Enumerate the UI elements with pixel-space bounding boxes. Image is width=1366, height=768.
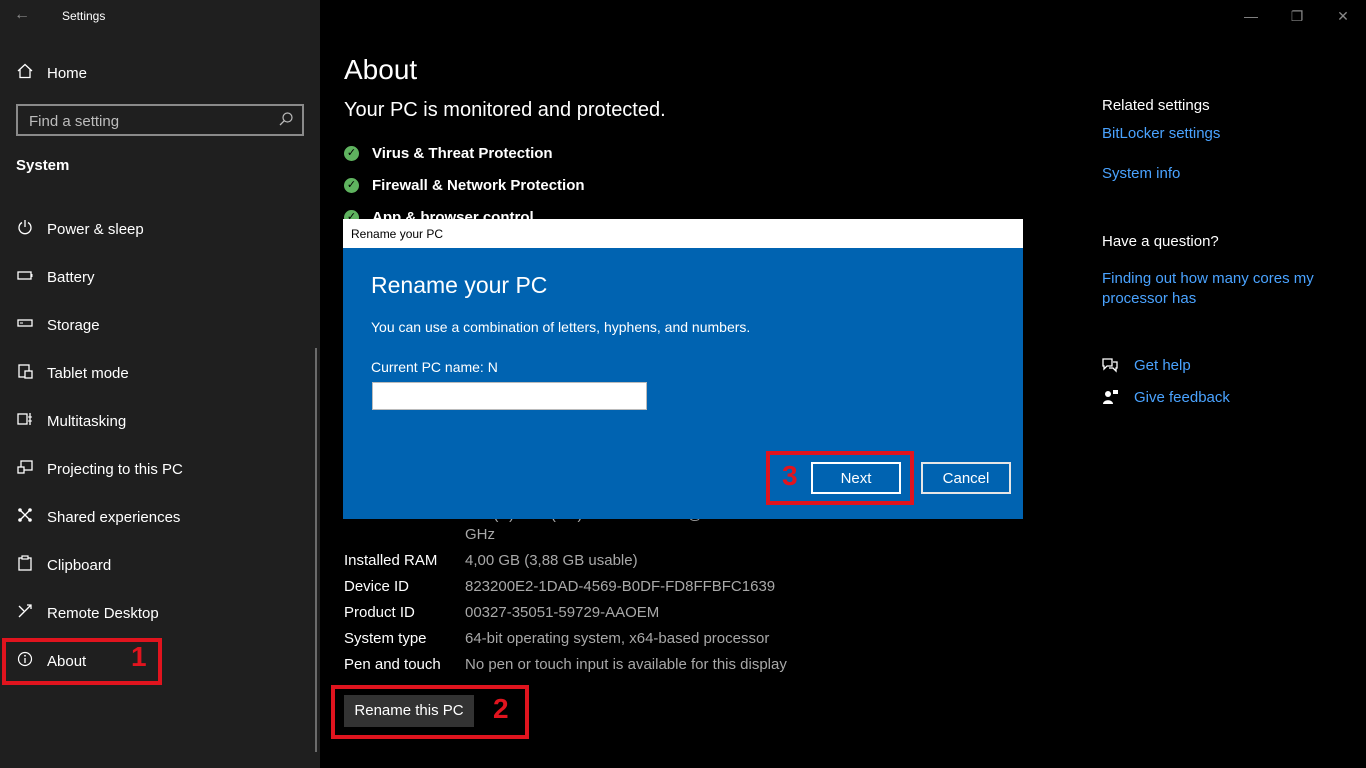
protection-label: Firewall & Network Protection <box>372 177 585 194</box>
tablet-icon <box>16 363 34 381</box>
storage-icon <box>16 315 34 333</box>
annotation-number-1: 1 <box>131 641 147 672</box>
clipboard-icon <box>16 555 34 573</box>
rename-pc-dialog: Rename your PC Rename your PC You can us… <box>343 219 1023 519</box>
dialog-description: You can use a combination of letters, hy… <box>371 319 751 335</box>
sidebar-item-label: Multitasking <box>47 413 127 430</box>
check-icon: ✓ <box>344 178 359 193</box>
minimize-button[interactable]: — <box>1228 0 1274 32</box>
remote-desktop-icon <box>16 603 34 621</box>
spec-value: 4,00 GB (3,88 GB usable) <box>465 552 638 569</box>
restore-button[interactable]: ❐ <box>1274 0 1320 32</box>
protection-label: Virus & Threat Protection <box>372 145 553 162</box>
sidebar-item-home[interactable]: Home <box>0 56 320 92</box>
system-info-link[interactable]: System info <box>1102 165 1180 182</box>
sidebar-item-tablet-mode[interactable]: Tablet mode <box>0 356 320 392</box>
sidebar-item-label: Remote Desktop <box>47 605 159 622</box>
shared-icon <box>16 507 34 525</box>
spec-key: Pen and touch <box>344 656 441 673</box>
spec-value: GHz <box>465 526 495 543</box>
app-title: Settings <box>62 9 106 23</box>
power-icon <box>16 219 34 237</box>
sidebar-item-shared-experiences[interactable]: Shared experiences <box>0 500 320 536</box>
section-title: System <box>16 157 70 174</box>
dialog-window-title: Rename your PC <box>351 227 444 241</box>
spec-key: Device ID <box>344 578 410 595</box>
sidebar-item-power-sleep[interactable]: Power & sleep <box>0 212 320 248</box>
sidebar-scrollbar[interactable] <box>315 348 317 752</box>
get-help-icon <box>1101 357 1119 378</box>
sidebar-item-label: Projecting to this PC <box>47 461 183 478</box>
spec-key: System type <box>344 630 427 647</box>
sidebar-item-label: Shared experiences <box>47 509 181 526</box>
back-arrow-icon[interactable]: ← <box>14 6 30 24</box>
spec-key: Product ID <box>344 604 415 621</box>
sidebar-item-clipboard[interactable]: Clipboard <box>0 548 320 584</box>
sidebar-item-label: Power & sleep <box>47 221 144 238</box>
cancel-button[interactable]: Cancel <box>921 462 1011 494</box>
spec-value: 00327-35051-59729-AAOEM <box>465 604 660 621</box>
sidebar-item-projecting[interactable]: Projecting to this PC <box>0 452 320 488</box>
sidebar-item-remote-desktop[interactable]: Remote Desktop <box>0 596 320 632</box>
annotation-number-3: 3 <box>782 460 798 491</box>
bitlocker-settings-link[interactable]: BitLocker settings <box>1102 125 1220 142</box>
sidebar-item-label: Home <box>47 65 88 82</box>
search-box[interactable] <box>16 104 304 136</box>
sidebar-item-battery[interactable]: Battery <box>0 260 320 296</box>
spec-value: 64-bit operating system, x64-based proce… <box>465 630 770 647</box>
sidebar-item-label: Battery <box>47 269 95 286</box>
dialog-heading: Rename your PC <box>371 272 548 298</box>
give-feedback-link[interactable]: Give feedback <box>1134 389 1230 406</box>
multitasking-icon <box>16 411 34 429</box>
search-icon[interactable] <box>278 111 294 127</box>
spec-value: No pen or touch input is available for t… <box>465 656 787 673</box>
annotation-number-2: 2 <box>493 693 509 724</box>
spec-key: Installed RAM <box>344 552 438 569</box>
feedback-icon <box>1101 389 1119 410</box>
question-heading: Have a question? <box>1102 233 1219 250</box>
spec-value: 823200E2-1DAD-4569-B0DF-FD8FFBFC1639 <box>465 578 776 595</box>
home-icon <box>16 63 34 81</box>
close-button[interactable]: ✕ <box>1320 0 1366 32</box>
get-help-link[interactable]: Get help <box>1134 357 1191 374</box>
page-title: About <box>344 54 418 85</box>
protection-title: Your PC is monitored and protected. <box>344 99 666 121</box>
new-pc-name-input[interactable] <box>372 382 647 410</box>
sidebar-item-multitasking[interactable]: Multitasking <box>0 404 320 440</box>
dialog-titlebar: Rename your PC <box>343 219 1023 248</box>
search-input[interactable] <box>27 110 271 132</box>
sidebar-item-label: Clipboard <box>47 557 112 574</box>
projecting-icon <box>16 459 34 477</box>
sidebar-item-label: Tablet mode <box>47 365 129 382</box>
sidebar-item-label: Storage <box>47 317 100 334</box>
check-icon: ✓ <box>344 146 359 161</box>
battery-icon <box>16 267 34 285</box>
cores-help-link[interactable]: Finding out how many cores my processor … <box>1102 269 1332 309</box>
sidebar-item-storage[interactable]: Storage <box>0 308 320 344</box>
related-settings-heading: Related settings <box>1102 97 1210 114</box>
current-pc-name: Current PC name: N <box>371 359 498 375</box>
